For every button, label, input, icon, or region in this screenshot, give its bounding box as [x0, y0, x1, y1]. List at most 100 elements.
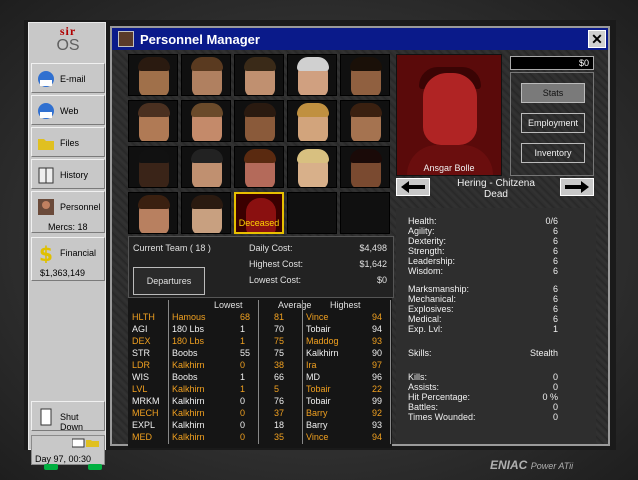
- current-team: Current Team ( 18 ): [133, 243, 211, 253]
- highest-value: 96: [372, 372, 383, 382]
- average-value: 76: [274, 396, 285, 406]
- email-icon: [38, 71, 54, 87]
- merc-status: Dead: [484, 189, 508, 200]
- lowest-value: 68: [240, 312, 251, 322]
- highest-value: 94: [372, 312, 383, 322]
- highest-merc: Ira: [306, 360, 317, 370]
- stat-name: DEX: [132, 336, 151, 346]
- merc-balance: $0: [510, 56, 594, 70]
- personnel-button[interactable]: Personnel Mercs: 18: [31, 191, 105, 233]
- power-led: [44, 464, 58, 470]
- attribute-label: Wisdom:: [408, 266, 444, 276]
- departures-button[interactable]: Departures: [133, 267, 205, 295]
- tab-inventory[interactable]: Inventory: [521, 143, 585, 163]
- average-value: 18: [274, 420, 285, 430]
- merc-portrait-thumbnail[interactable]: [340, 100, 390, 142]
- attribute-row: Dexterity: 6: [408, 236, 558, 246]
- web-button[interactable]: Web: [31, 95, 105, 125]
- merc-portrait-thumbnail[interactable]: [181, 146, 231, 188]
- merc-navigation: Hering - Chitzena Dead: [396, 178, 596, 204]
- brand-logo: ENIAC Power ATii: [490, 458, 574, 472]
- history-button[interactable]: History: [31, 159, 105, 189]
- title-bar: Personnel Manager ✕: [112, 28, 608, 50]
- merc-portrait-thumbnail[interactable]: [234, 54, 284, 96]
- deceased-label: Deceased: [238, 218, 280, 228]
- merc-portrait-thumbnail[interactable]: [340, 146, 390, 188]
- email-button[interactable]: E-mail: [31, 63, 105, 93]
- merc-portrait-thumbnail[interactable]: [128, 146, 178, 188]
- attribute-value: 6: [552, 246, 558, 256]
- files-button[interactable]: Files: [31, 127, 105, 157]
- daily-cost: $4,498: [359, 243, 387, 253]
- stat-name: LDR: [132, 360, 151, 370]
- tab-employment[interactable]: Employment: [521, 113, 585, 133]
- average-value: 37: [274, 408, 285, 418]
- stat-name: LVL: [132, 384, 148, 394]
- merc-portrait-thumbnail[interactable]: [234, 100, 284, 142]
- average-value: 35: [274, 432, 285, 442]
- next-merc-button[interactable]: [560, 178, 594, 196]
- highest-value: 22: [372, 384, 383, 394]
- stat-name: HLTH: [132, 312, 155, 322]
- attribute-label: Mechanical:: [408, 294, 457, 304]
- highest-cost: $1,642: [359, 259, 387, 269]
- portrait-grid: Deceased: [128, 54, 394, 236]
- attribute-value: 0: [552, 372, 558, 382]
- attribute-label: Assists:: [408, 382, 440, 392]
- highest-value: 94: [372, 432, 383, 442]
- merc-portrait-thumbnail[interactable]: [181, 192, 231, 234]
- stats-row: LDR Kalkhirn 0 38 Ira 97: [128, 360, 392, 370]
- highest-merc: Maddog: [306, 336, 339, 346]
- stats-row: WIS Boobs 1 66 MD 96: [128, 372, 392, 382]
- empty-portrait-slot: [340, 192, 390, 234]
- attribute-row: Health: 0/6: [408, 216, 558, 226]
- attribute-row: Skills: Stealth: [408, 348, 558, 358]
- highest-header: Highest: [330, 300, 361, 310]
- merc-portrait-thumbnail[interactable]: [128, 54, 178, 96]
- merc-portrait-thumbnail[interactable]: [128, 192, 178, 234]
- day-time: Day 97, 00:30: [35, 454, 92, 464]
- merc-portrait-thumbnail[interactable]: [181, 54, 231, 96]
- average-value: 75: [274, 348, 285, 358]
- merc-portrait-thumbnail[interactable]: [128, 100, 178, 142]
- stat-name: WIS: [132, 372, 149, 382]
- attribute-value: Stealth: [529, 348, 558, 358]
- lowest-value: 1: [240, 324, 246, 334]
- highest-merc: Barry: [306, 420, 328, 430]
- merc-portrait-thumbnail[interactable]: [287, 54, 337, 96]
- highest-value: 93: [372, 420, 383, 430]
- merc-portrait-thumbnail[interactable]: [287, 100, 337, 142]
- sidebar: sir OS E-mail Web Files History Personne…: [28, 22, 106, 465]
- lowest-merc: Boobs: [172, 348, 198, 358]
- deceased-merc-portrait[interactable]: Deceased: [234, 192, 284, 234]
- merc-portrait-thumbnail[interactable]: [340, 54, 390, 96]
- financial-button[interactable]: $ Financial $1,363,149: [31, 237, 105, 281]
- tab-stats[interactable]: Stats: [521, 83, 585, 103]
- merc-attributes-panel: Health: 0/6 Agility: 6 Dexterity: 6 Strength: 6…: [396, 208, 596, 444]
- personnel-window-icon: [118, 31, 134, 47]
- window-title: Personnel Manager: [140, 32, 260, 47]
- personnel-manager-window: Personnel Manager ✕ Deceased Current Tea…: [110, 26, 610, 448]
- files-label: Files: [60, 138, 80, 148]
- stats-row: DEX 180 Lbs 1 75 Maddog 93: [128, 336, 392, 346]
- attribute-label: Agility:: [408, 226, 435, 236]
- merc-portrait-thumbnail[interactable]: [234, 146, 284, 188]
- merc-portrait-thumbnail[interactable]: [287, 146, 337, 188]
- stat-name: MRKM: [132, 396, 160, 406]
- attribute-value: 0: [552, 402, 558, 412]
- average-value: 70: [274, 324, 285, 334]
- stats-row: MECH Kalkhirn 0 37 Barry 92: [128, 408, 392, 418]
- shutdown-button[interactable]: Shut Down: [31, 401, 105, 432]
- email-label: E-mail: [60, 74, 86, 84]
- attribute-label: Marksmanship:: [408, 284, 470, 294]
- personnel-label: Personnel: [60, 202, 101, 212]
- merc-portrait-thumbnail[interactable]: [181, 100, 231, 142]
- lowest-merc: Boobs: [172, 372, 198, 382]
- lowest-merc: Kalkhirn: [172, 384, 205, 394]
- logo-sir: sir: [59, 24, 77, 38]
- attribute-value: 6: [552, 314, 558, 324]
- previous-merc-button[interactable]: [396, 178, 430, 196]
- close-button[interactable]: ✕: [588, 30, 606, 48]
- attribute-label: Dexterity:: [408, 236, 447, 246]
- stat-name: MECH: [132, 408, 159, 418]
